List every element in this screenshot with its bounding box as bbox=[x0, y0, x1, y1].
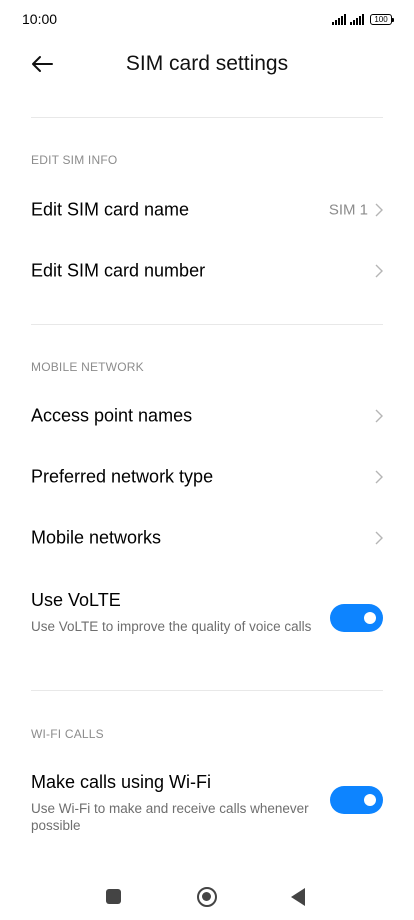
section-title-mobile-network: MOBILE NETWORK bbox=[31, 360, 144, 374]
status-time: 10:00 bbox=[22, 11, 58, 27]
volte-description: Use VoLTE to improve the quality of voic… bbox=[31, 619, 312, 634]
header: SIM card settings bbox=[0, 40, 414, 88]
edit-sim-card-name-row[interactable]: Edit SIM card name SIM 1 bbox=[0, 180, 414, 240]
chevron-right-icon bbox=[375, 264, 383, 278]
divider bbox=[31, 690, 383, 691]
row-label: Mobile networks bbox=[31, 527, 162, 548]
wifi-calling-title: Make calls using Wi-Fi bbox=[31, 772, 212, 792]
section-title-wifi-calls: WI-FI CALLS bbox=[31, 727, 104, 741]
chevron-right-icon bbox=[375, 409, 383, 423]
use-volte-row[interactable]: Use VoLTE Use VoLTE to improve the quali… bbox=[0, 590, 414, 660]
recents-button[interactable] bbox=[106, 889, 121, 904]
chevron-right-icon bbox=[375, 470, 383, 484]
toggle-knob bbox=[364, 612, 376, 624]
home-button[interactable] bbox=[197, 887, 217, 907]
row-label: Edit SIM card name bbox=[31, 199, 190, 220]
volte-title: Use VoLTE bbox=[31, 590, 121, 610]
sim-name-value: SIM 1 bbox=[328, 201, 368, 219]
divider bbox=[31, 324, 383, 325]
page-title: SIM card settings bbox=[125, 52, 289, 75]
mobile-networks-row[interactable]: Mobile networks bbox=[0, 508, 414, 568]
volte-toggle[interactable] bbox=[330, 604, 383, 632]
edit-sim-card-number-row[interactable]: Edit SIM card number bbox=[0, 241, 414, 301]
chevron-right-icon bbox=[375, 203, 383, 217]
wifi-calling-row[interactable]: Make calls using Wi-Fi Use Wi-Fi to make… bbox=[0, 772, 414, 836]
status-icons: 100 bbox=[332, 11, 394, 25]
back-nav-button[interactable] bbox=[291, 888, 305, 906]
wifi-calling-description: Use Wi-Fi to make and receive calls when… bbox=[31, 801, 309, 833]
preferred-network-type-row[interactable]: Preferred network type bbox=[0, 447, 414, 507]
signal-icon bbox=[332, 14, 346, 25]
row-label: Access point names bbox=[31, 405, 193, 426]
battery-icon: 100 bbox=[370, 14, 394, 25]
navigation-bar bbox=[0, 872, 414, 920]
status-bar: 10:00 100 bbox=[0, 0, 414, 40]
access-point-names-row[interactable]: Access point names bbox=[0, 386, 414, 446]
wifi-calling-toggle[interactable] bbox=[330, 786, 383, 814]
toggle-knob bbox=[364, 794, 376, 806]
divider bbox=[31, 117, 383, 118]
row-label: Preferred network type bbox=[31, 466, 214, 487]
section-title-edit-sim-info: EDIT SIM INFO bbox=[31, 153, 118, 167]
row-label: Edit SIM card number bbox=[31, 260, 206, 281]
chevron-right-icon bbox=[375, 531, 383, 545]
signal-icon bbox=[350, 14, 364, 25]
